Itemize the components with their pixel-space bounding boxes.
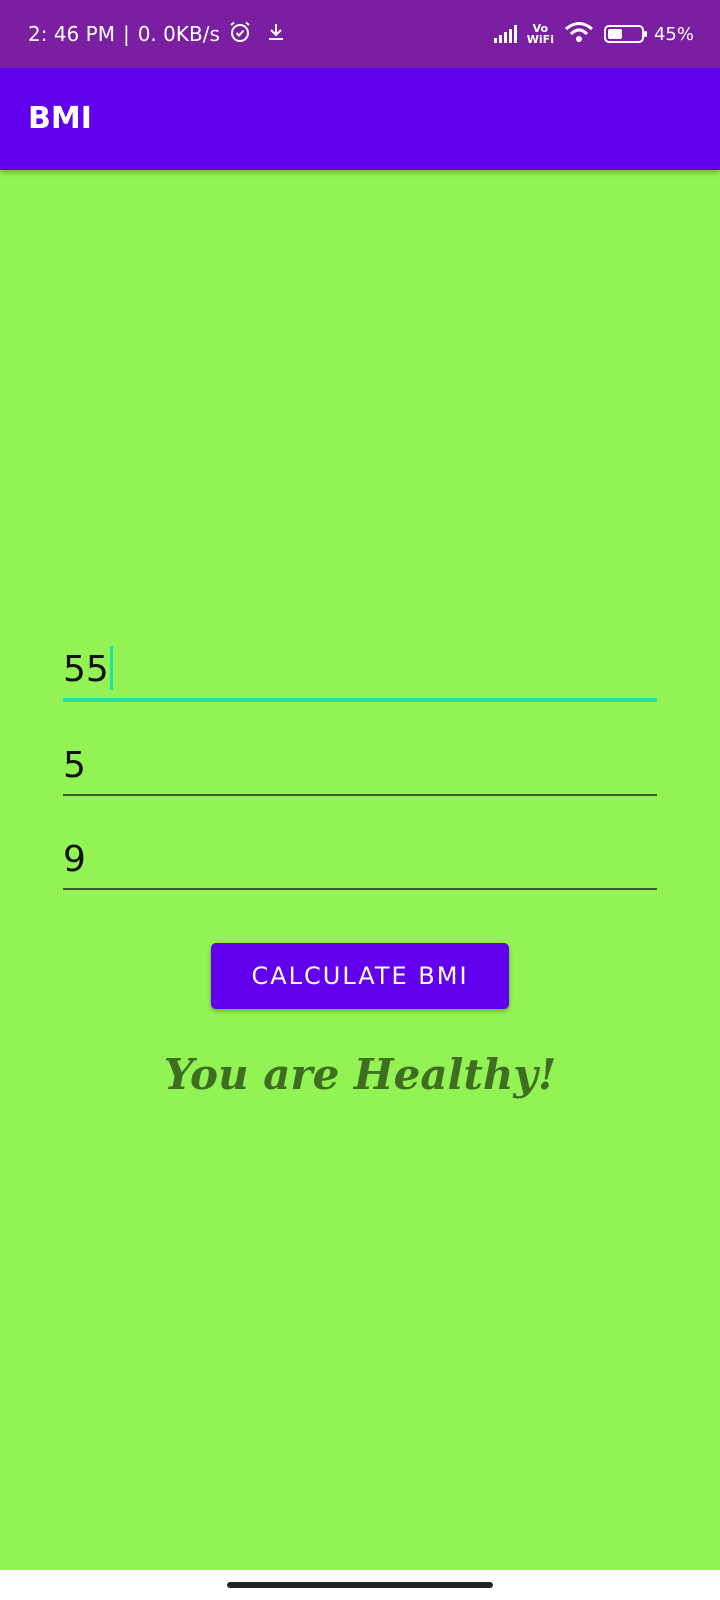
calculate-bmi-button[interactable]: CALCULATE BMI xyxy=(211,943,509,1009)
height-inches-input[interactable]: 9 xyxy=(63,820,657,890)
status-bar: 2: 46 PM | 0. 0KB/s Vo WiFi 45% xyxy=(0,0,720,68)
wifi-label: WiFi xyxy=(526,33,554,46)
weight-input[interactable]: 55 xyxy=(63,632,657,702)
battery-icon xyxy=(603,25,647,43)
navigation-bar xyxy=(0,1570,720,1600)
wifi-icon xyxy=(564,21,594,48)
height-feet-value: 5 xyxy=(63,745,86,786)
weight-value: 55 xyxy=(63,649,109,690)
signal-icon xyxy=(493,25,517,43)
app-title: BMI xyxy=(28,101,92,136)
alarm-icon xyxy=(228,20,252,49)
height-inches-value: 9 xyxy=(63,839,86,880)
calculate-bmi-label: CALCULATE BMI xyxy=(251,962,469,990)
result-message: You are Healthy! xyxy=(163,1050,557,1099)
status-separator: | xyxy=(122,22,130,46)
home-gesture-handle[interactable] xyxy=(227,1582,493,1588)
weight-field-content: 55 xyxy=(63,646,113,690)
status-right: Vo WiFi 45% xyxy=(493,0,694,68)
vowifi-indicator: Vo WiFi xyxy=(527,23,554,45)
text-cursor xyxy=(109,646,113,690)
battery-percent: 45% xyxy=(653,23,694,45)
status-left: 2: 46 PM | 0. 0KB/s xyxy=(28,0,286,68)
app-bar: BMI xyxy=(0,68,720,170)
download-icon xyxy=(266,22,286,47)
status-net-speed: 0. 0KB/s xyxy=(137,22,220,46)
status-time: 2: 46 PM xyxy=(28,22,115,46)
height-feet-input[interactable]: 5 xyxy=(63,726,657,796)
